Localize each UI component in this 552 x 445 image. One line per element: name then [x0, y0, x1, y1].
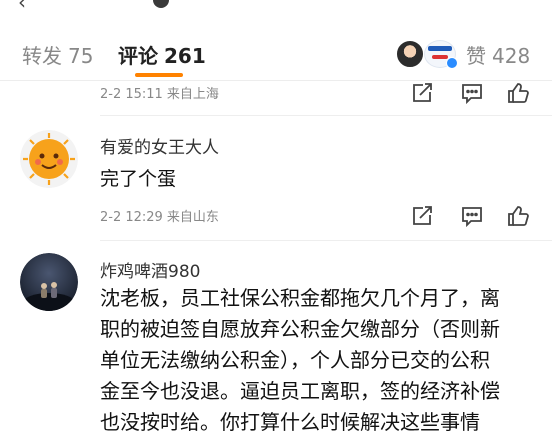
tab-bar: 转发 75 评论 261 赞 428 — [0, 12, 552, 81]
comment-meta: 2-2 12:29 来自山东 — [100, 206, 219, 225]
logo-mark — [432, 55, 448, 59]
comment-date: 2-2 15:11 — [100, 87, 163, 102]
like-icon[interactable] — [505, 80, 531, 106]
tab-repost[interactable]: 转发 75 — [22, 40, 93, 69]
comment-text: 完了个蛋 — [100, 168, 177, 190]
tab-comments-label: 评论 — [118, 44, 158, 68]
comment-line: 单位无法缴纳公积金），个人部分已交的公积 — [100, 348, 490, 372]
comment-meta: 2-2 15:11 来自上海 — [100, 83, 219, 102]
liker-avatar-logo — [424, 40, 458, 69]
back-arrow-icon[interactable]: ‹ — [18, 0, 26, 12]
comment-line: 职的被迫签自愿放弃公积金欠缴部分（否则新 — [100, 317, 500, 341]
likes-count: 428 — [492, 44, 531, 68]
liker-avatar — [396, 40, 424, 68]
tab-likes-label: 赞 — [466, 44, 486, 68]
logo-mark — [428, 46, 452, 51]
comment-text: 沈老板，员工社保公积金都拖欠几个月了，离 职的被迫签自愿放弃公积金欠缴部分（否则… — [100, 283, 540, 438]
comment-icon[interactable] — [459, 80, 485, 106]
top-header: ‹ — [0, 0, 552, 12]
share-icon[interactable] — [409, 80, 435, 106]
comment-date: 2-2 12:29 — [100, 210, 163, 225]
tab-comments[interactable]: 评论 261 — [118, 40, 206, 69]
tab-likes[interactable]: 赞 428 — [466, 40, 530, 69]
comment-divider — [100, 115, 552, 116]
like-icon[interactable] — [505, 203, 531, 229]
repost-count: 75 — [68, 44, 94, 68]
comment-line: 沈老板，员工社保公积金都拖欠几个月了，离 — [100, 286, 500, 310]
comment-line: 也没按时给。你打算什么时候解决这些事情 — [100, 410, 480, 434]
comment-line: 金至今也没退。逼迫员工离职，签的经济补偿 — [100, 379, 500, 403]
comment-location: 来自上海 — [166, 87, 219, 102]
verified-badge-icon — [446, 57, 458, 69]
comment-username[interactable]: 有爱的女王大人 — [100, 133, 219, 158]
comment-username[interactable]: 炸鸡啤酒980 — [100, 257, 200, 282]
comment-location: 来自山东 — [166, 210, 219, 225]
comment-icon[interactable] — [459, 203, 485, 229]
avatar[interactable] — [20, 253, 78, 311]
liker-avatars[interactable] — [396, 40, 460, 69]
active-tab-indicator — [135, 73, 183, 77]
avatar[interactable] — [20, 130, 78, 188]
share-icon[interactable] — [409, 203, 435, 229]
author-avatar — [153, 0, 169, 8]
comment-divider — [100, 240, 552, 241]
tab-repost-label: 转发 — [22, 44, 62, 68]
comments-count: 261 — [164, 44, 206, 68]
